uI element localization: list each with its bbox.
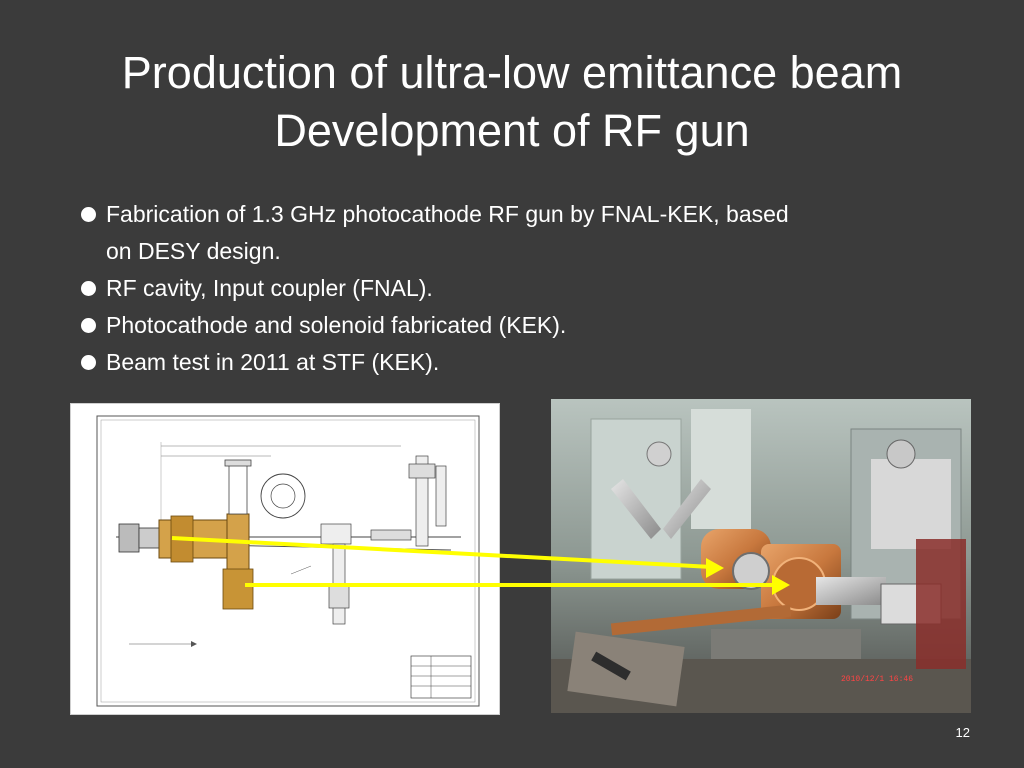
title-line-2: Development of RF gun bbox=[274, 105, 750, 156]
engineering-drawing-image bbox=[70, 403, 500, 715]
bullet-list: Fabrication of 1.3 GHz photocathode RF g… bbox=[78, 196, 978, 381]
bullet-item: Beam test in 2011 at STF (KEK). bbox=[78, 344, 978, 381]
bullet-text: Photocathode and solenoid fabricated (KE… bbox=[106, 312, 567, 338]
bullet-text: RF cavity, Input coupler (FNAL). bbox=[106, 275, 433, 301]
bullet-item: Fabrication of 1.3 GHz photocathode RF g… bbox=[78, 196, 978, 270]
bullet-dot-icon bbox=[81, 355, 96, 370]
page-number: 12 bbox=[955, 725, 970, 740]
bullet-dot-icon bbox=[81, 207, 96, 222]
bullet-item: RF cavity, Input coupler (FNAL). bbox=[78, 270, 978, 307]
bullet-text: Beam test in 2011 at STF (KEK). bbox=[106, 349, 440, 375]
engineering-drawing-svg bbox=[96, 415, 480, 707]
bullet-dot-icon bbox=[81, 318, 96, 333]
bullet-text-continued: on DESY design. bbox=[106, 238, 281, 264]
photo-timestamp: 2010/12/1 16:46 bbox=[841, 675, 914, 684]
bullet-item: Photocathode and solenoid fabricated (KE… bbox=[78, 307, 978, 344]
rf-gun-photo-svg bbox=[551, 399, 971, 713]
bullet-text: Fabrication of 1.3 GHz photocathode RF g… bbox=[106, 201, 789, 227]
title-line-1: Production of ultra-low emittance beam bbox=[121, 47, 903, 98]
rf-gun-photo: 2010/12/1 16:46 bbox=[551, 399, 971, 713]
bullet-dot-icon bbox=[81, 281, 96, 296]
slide-title: Production of ultra-low emittance beam D… bbox=[0, 44, 1024, 160]
